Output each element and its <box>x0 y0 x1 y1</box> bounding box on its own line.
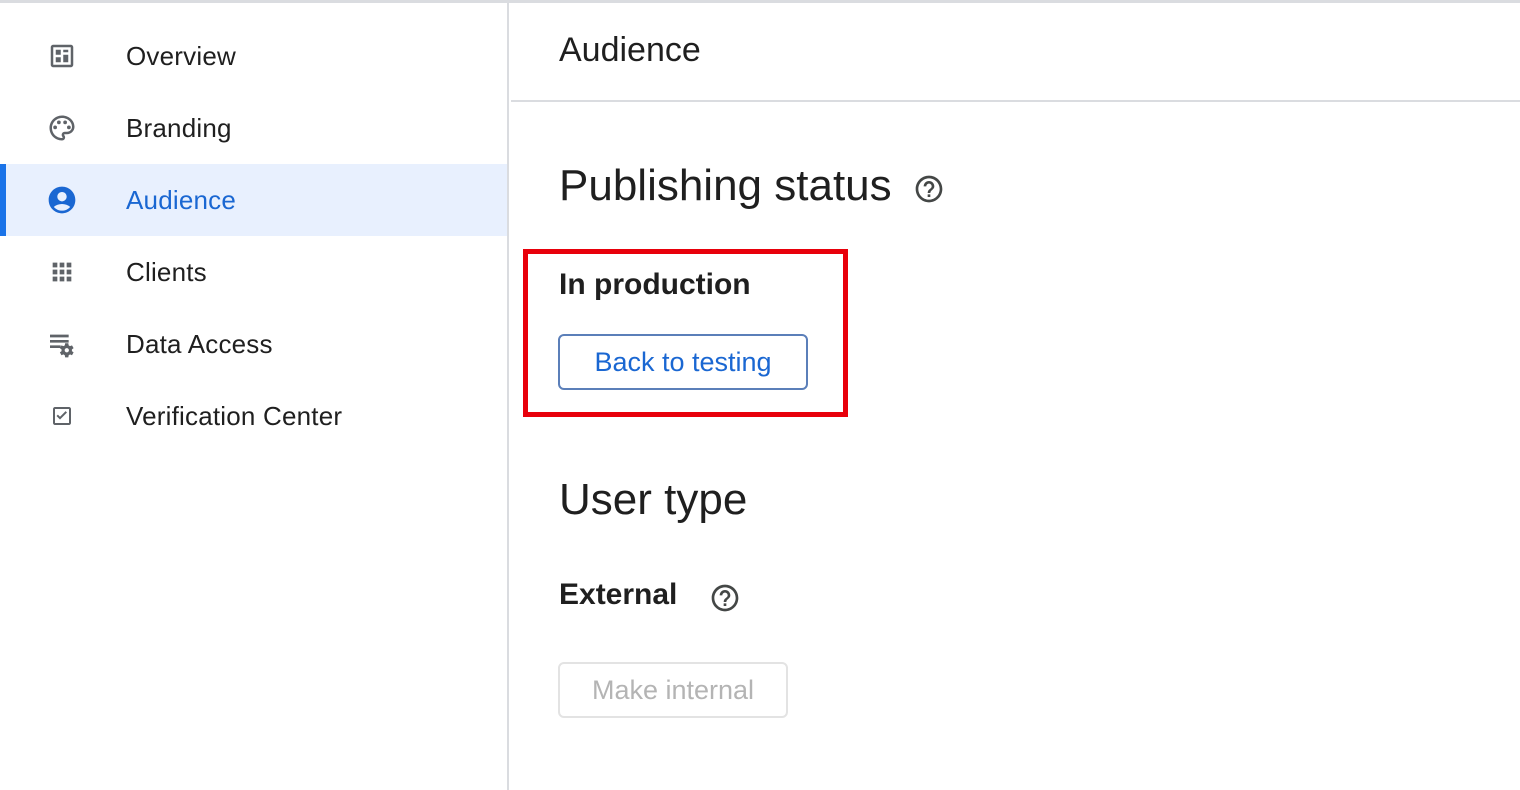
sidebar-item-label: Overview <box>126 40 236 71</box>
main-content: Audience Publishing status In production… <box>511 3 1520 790</box>
checkbox-icon <box>46 400 78 432</box>
sidebar-item-label: Verification Center <box>126 400 343 431</box>
sidebar-item-clients[interactable]: Clients <box>0 236 507 308</box>
sidebar-item-branding[interactable]: Branding <box>0 92 507 164</box>
user-type-value: External <box>559 578 678 611</box>
back-to-testing-button[interactable]: Back to testing <box>558 334 808 390</box>
sidebar-nav: Overview Branding Audience Clients Data … <box>0 3 509 790</box>
publishing-status-value: In production <box>559 268 751 301</box>
help-icon[interactable] <box>709 582 741 614</box>
sidebar-item-data-access[interactable]: Data Access <box>0 308 507 380</box>
publishing-status-heading: Publishing status <box>559 161 892 210</box>
sidebar-item-overview[interactable]: Overview <box>0 20 507 92</box>
sidebar-item-verification-center[interactable]: Verification Center <box>0 380 507 452</box>
make-internal-button: Make internal <box>558 662 788 718</box>
apps-grid-icon <box>46 256 78 288</box>
user-type-heading: User type <box>559 475 748 524</box>
help-icon[interactable] <box>913 173 945 205</box>
page-header: Audience <box>511 3 1520 102</box>
sidebar-item-label: Clients <box>126 256 207 287</box>
sidebar-item-label: Data Access <box>126 328 273 359</box>
list-settings-icon <box>46 328 78 360</box>
sidebar-item-audience[interactable]: Audience <box>0 164 507 236</box>
sidebar-item-label: Audience <box>126 184 237 215</box>
account-circle-icon <box>46 184 78 216</box>
palette-icon <box>46 112 78 144</box>
sidebar-item-label: Branding <box>126 112 232 143</box>
dashboard-icon <box>46 40 78 72</box>
page-title: Audience <box>559 31 701 69</box>
